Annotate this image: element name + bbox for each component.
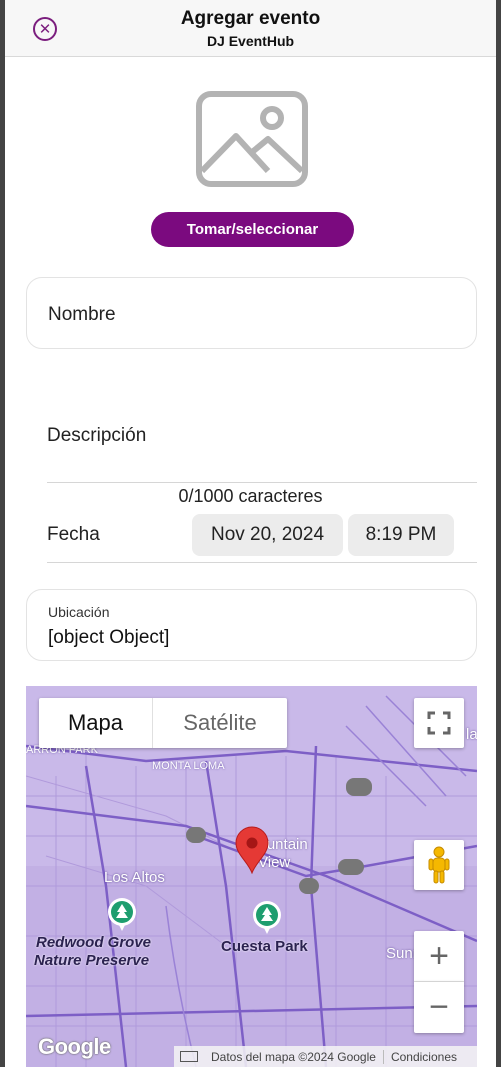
time-picker-button[interactable]: 8:19 PM <box>348 514 454 556</box>
window-frame-right <box>496 0 501 1067</box>
date-label: Fecha <box>47 524 100 545</box>
name-field[interactable]: Nombre <box>26 277 477 349</box>
take-select-photo-button[interactable]: Tomar/seleccionar <box>151 212 354 247</box>
park-marker-icon[interactable] <box>107 897 137 931</box>
keyboard-icon[interactable] <box>180 1051 198 1062</box>
date-underline <box>47 562 477 563</box>
page-title: Agregar evento <box>180 8 321 29</box>
name-field-label: Nombre <box>48 304 116 325</box>
pegman-icon <box>428 846 450 884</box>
map-label-la: la <box>466 726 477 743</box>
location-field-value: [object Object] <box>48 627 170 648</box>
date-picker-button[interactable]: Nov 20, 2024 <box>192 514 343 556</box>
map-type-satellite-button[interactable]: Satélite <box>153 698 287 748</box>
location-pin-icon[interactable] <box>234 826 270 874</box>
map-view[interactable]: ARRON PARK MONTA LOMA Mountain View Los … <box>26 686 477 1067</box>
fullscreen-icon <box>427 711 451 735</box>
description-underline <box>47 482 477 483</box>
zoom-in-button[interactable]: + <box>414 931 464 982</box>
map-label-los-altos: Los Altos <box>104 869 165 886</box>
map-label-redwood-2: Nature Preserve <box>34 952 150 969</box>
zoom-out-button[interactable]: − <box>414 982 464 1033</box>
location-field[interactable]: Ubicación [object Object] <box>26 589 477 661</box>
window-frame-left <box>0 0 5 1067</box>
page-subtitle: DJ EventHub <box>206 33 295 49</box>
google-logo: Google <box>38 1034 111 1059</box>
map-label-redwood-1: Redwood Grove <box>36 934 152 951</box>
map-type-map-button[interactable]: Mapa <box>39 698 153 748</box>
map-label-monta-loma: MONTA LOMA <box>152 760 225 772</box>
description-field[interactable]: Descripción <box>47 425 146 447</box>
map-attribution: Datos del mapa ©2024 Google <box>211 1049 376 1064</box>
map-attribution-bar: Datos del mapa ©2024 Google Condiciones <box>174 1046 477 1067</box>
fullscreen-button[interactable] <box>414 698 464 748</box>
park-marker-icon[interactable] <box>252 900 282 934</box>
header-bar: ✕ Agregar evento DJ EventHub <box>5 0 496 57</box>
map-terms-link[interactable]: Condiciones <box>384 1050 464 1064</box>
map-label-cuesta-park: Cuesta Park <box>221 938 308 955</box>
image-placeholder-icon[interactable] <box>196 91 308 187</box>
street-view-button[interactable] <box>414 840 464 890</box>
location-field-label: Ubicación <box>48 604 110 620</box>
char-count: 0/1000 caracteres <box>178 486 323 506</box>
map-type-toggle: Mapa Satélite <box>39 698 287 748</box>
